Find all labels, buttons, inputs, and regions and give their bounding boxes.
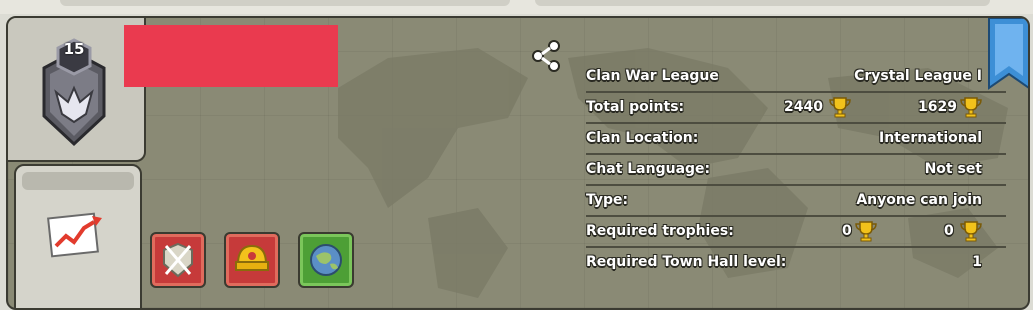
required-trophies-value-b: 0 — [944, 223, 954, 239]
trophy-icon — [829, 97, 851, 118]
top-bar — [0, 0, 1033, 14]
clan-info-panel: 15 Clan War League Crystal League I Tota… — [6, 16, 1030, 310]
share-icon[interactable] — [530, 40, 562, 72]
gold-helmet-icon — [235, 244, 269, 271]
row-required-town-hall: Required Town Hall level: 1 — [586, 248, 982, 278]
row-chat-language: Chat Language: Not set — [586, 155, 1006, 186]
perk-tile-helmet[interactable] — [224, 232, 280, 288]
total-points-label: Total points: — [586, 99, 685, 115]
trophy-icon — [960, 221, 982, 242]
chat-language-label: Chat Language: — [586, 161, 711, 177]
total-points-value-b: 1629 — [918, 99, 957, 115]
crossed-swords-shield-icon — [163, 242, 193, 278]
trophy-icon — [855, 221, 877, 242]
row-war-league: Clan War League Crystal League I — [586, 62, 1006, 93]
row-required-trophies: Required trophies: 0 0 — [586, 217, 1006, 248]
clan-name-redacted — [124, 25, 338, 87]
war-league-value: Crystal League I — [854, 68, 982, 84]
type-value: Anyone can join — [856, 192, 982, 208]
trophy-icon — [960, 97, 982, 118]
war-league-label: Clan War League — [586, 68, 719, 84]
top-tab-left[interactable] — [60, 0, 510, 6]
perk-tile-globe[interactable] — [298, 232, 354, 288]
row-total-points: Total points: 2440 1629 — [586, 93, 1006, 124]
required-trophies-label: Required trophies: — [586, 223, 734, 239]
total-points-value-a: 2440 — [784, 99, 823, 115]
type-label: Type: — [586, 192, 629, 208]
row-location: Clan Location: International — [586, 124, 1006, 155]
globe-icon — [310, 244, 342, 276]
bookmark-ribbon-icon[interactable] — [987, 18, 1030, 90]
stats-side-tab[interactable] — [14, 164, 142, 308]
trending-chart-icon[interactable] — [46, 204, 106, 260]
location-label: Clan Location: — [586, 130, 699, 146]
required-th-label: Required Town Hall level: — [586, 254, 787, 270]
row-type: Type: Anyone can join — [586, 186, 1006, 217]
perk-tile-war[interactable] — [150, 232, 206, 288]
chat-language-value: Not set — [924, 161, 982, 177]
side-tab-handle — [22, 172, 134, 190]
required-trophies-value-a: 0 — [842, 223, 852, 239]
clan-level: 15 — [63, 40, 85, 58]
required-th-value: 1 — [972, 254, 982, 270]
top-tab-right[interactable] — [535, 0, 990, 6]
location-value: International — [878, 130, 982, 146]
